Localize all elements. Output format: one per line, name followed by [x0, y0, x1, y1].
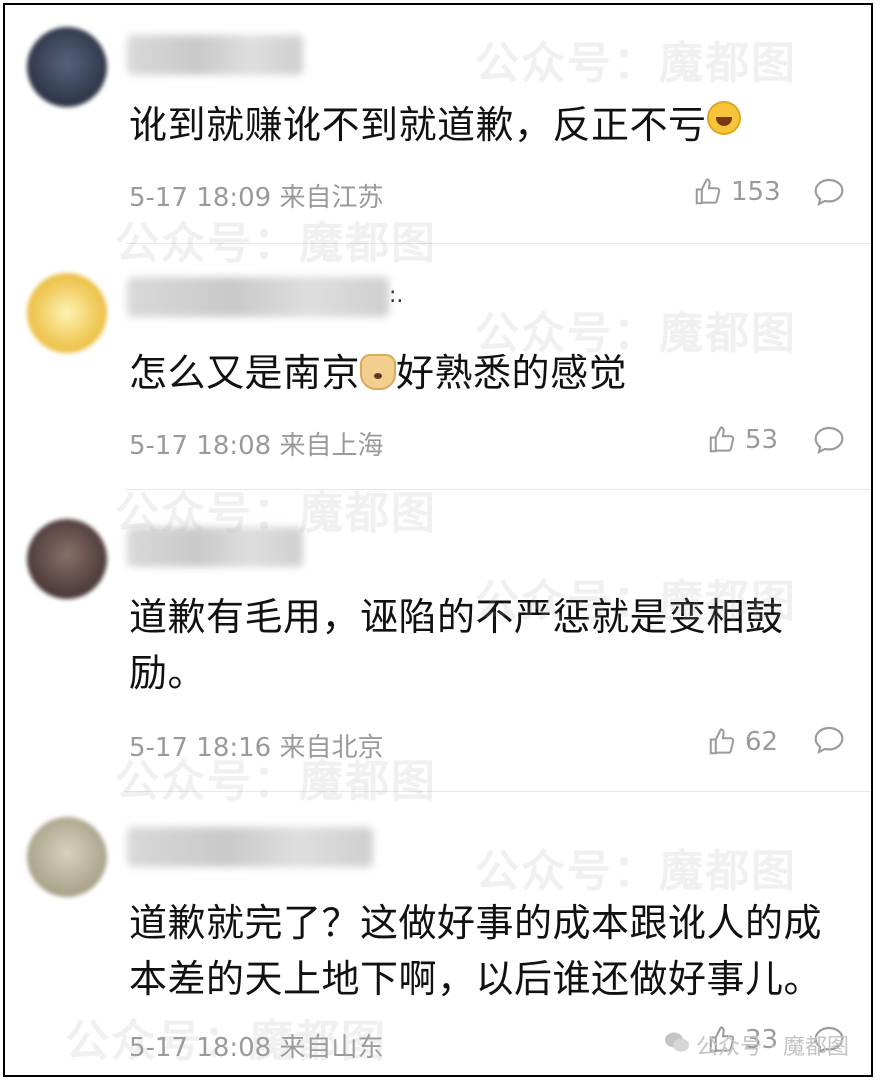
comment-meta: 5-17 18:16 来自北京 [129, 727, 383, 764]
footer-brand: 公众号 · 魔都图 [664, 1029, 849, 1061]
comment-meta: 5-17 18:08 来自山东 [129, 1027, 383, 1064]
username-blurred[interactable] [127, 827, 373, 867]
footer-brand-text: 公众号 · 魔都图 [696, 1035, 849, 1060]
like-button[interactable]: 153 [693, 177, 781, 207]
comment-item: :. 怎么又是南京 好熟悉的感觉 5-17 18:08 来自上海 53 [5, 245, 871, 491]
laughing-emoji-icon [706, 100, 741, 135]
comment-location: 来自北京 [279, 733, 384, 763]
like-button[interactable]: 62 [707, 727, 778, 757]
thumbs-up-icon [693, 177, 723, 207]
comment-location: 来自山东 [279, 1033, 384, 1063]
comment-time: 5-17 18:16 [129, 733, 272, 763]
avatar[interactable] [27, 273, 107, 353]
avatar[interactable] [27, 519, 107, 599]
comment-meta: 5-17 18:08 来自上海 [129, 425, 383, 462]
avatar[interactable] [27, 817, 107, 897]
like-button[interactable]: 53 [707, 425, 778, 455]
thumbs-up-icon [707, 425, 737, 455]
like-count: 53 [745, 425, 779, 455]
comment-meta: 5-17 18:09 来自江苏 [129, 177, 383, 214]
wechat-icon [664, 1031, 690, 1059]
username-suffix: :. [389, 283, 404, 308]
comment-text: 讹到就赚讹不到就道歉，反正不亏 [129, 97, 841, 153]
divider [125, 243, 871, 244]
comment-text: 怎么又是南京 好熟悉的感觉 [129, 351, 628, 395]
username-blurred[interactable] [127, 277, 389, 317]
comment-time: 5-17 18:08 [129, 1033, 272, 1063]
comment-location: 来自江苏 [279, 183, 384, 213]
comment-item: 讹到就赚讹不到就道歉，反正不亏 5-17 18:09 来自江苏 153 [5, 5, 871, 245]
comment-list: 讹到就赚讹不到就道歉，反正不亏 5-17 18:09 来自江苏 153 :. 怎… [3, 3, 873, 1077]
divider [125, 489, 871, 490]
comment-item: 道歉有毛用，诬陷的不严惩就是变相鼓励。 5-17 18:16 来自北京 62 [5, 491, 871, 792]
reply-bubble-icon[interactable] [813, 177, 845, 207]
reply-bubble-icon[interactable] [813, 425, 845, 455]
avatar[interactable] [27, 27, 107, 107]
comment-text: 道歉有毛用，诬陷的不严惩就是变相鼓励。 [129, 595, 784, 695]
comment-time: 5-17 18:09 [129, 183, 272, 213]
reply-bubble-icon[interactable] [813, 725, 845, 755]
like-count: 62 [745, 727, 779, 757]
divider [125, 791, 871, 792]
thumbs-up-icon [707, 727, 737, 757]
comment-time: 5-17 18:08 [129, 431, 272, 461]
like-count: 153 [731, 177, 781, 207]
comment-location: 来自上海 [279, 431, 384, 461]
username-blurred[interactable] [127, 527, 303, 567]
username-blurred[interactable] [127, 35, 303, 75]
dog-emoji-icon [360, 353, 397, 390]
comment-text: 道歉就完了？这做好事的成本跟讹人的成本差的天上地下啊，以后谁还做好事儿。 [129, 901, 823, 1001]
